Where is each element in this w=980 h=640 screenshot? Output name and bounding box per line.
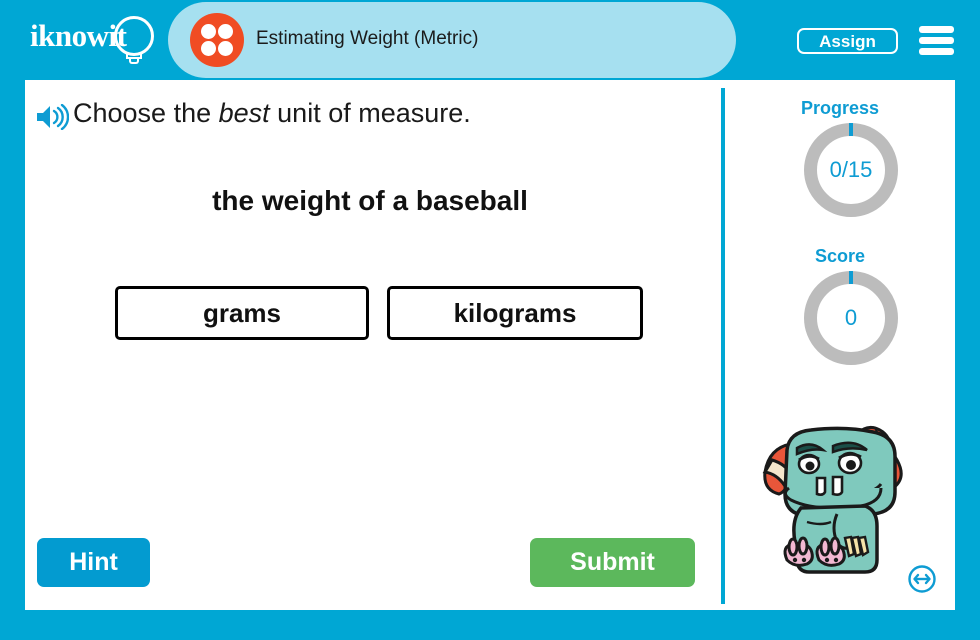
- dice-dot: [218, 41, 233, 56]
- instruction-part-1: Choose the: [73, 98, 219, 128]
- iknowit-logo[interactable]: iknowit: [28, 14, 158, 66]
- answer-choice-kilograms[interactable]: kilograms: [387, 286, 643, 340]
- activity-title-pill: Estimating Weight (Metric): [168, 2, 736, 78]
- score-ring-tick: [849, 271, 853, 284]
- instruction-emphasis: best: [218, 98, 270, 128]
- lightbulb-base-bottom-icon: [129, 59, 139, 64]
- menu-bar: [919, 48, 954, 55]
- progress-ring: 0/15: [804, 123, 898, 217]
- score-ring: 0: [804, 271, 898, 365]
- question-instruction: Choose the best unit of measure.: [73, 98, 471, 129]
- progress-ring-tick: [849, 123, 853, 136]
- score-label: Score: [814, 246, 866, 266]
- assign-button[interactable]: Assign: [797, 28, 898, 54]
- progress-label: Progress: [800, 98, 880, 118]
- resize-fullscreen-icon[interactable]: [907, 564, 937, 594]
- dice-dot: [201, 24, 216, 39]
- dice-dot: [201, 41, 216, 56]
- instruction-part-2: unit of measure.: [269, 98, 471, 128]
- menu-bar: [919, 37, 954, 44]
- submit-button[interactable]: Submit: [530, 538, 695, 587]
- answer-choice-grams[interactable]: grams: [115, 286, 369, 340]
- app-header: iknowit Estimating Weight (Metric) Assig…: [0, 0, 980, 80]
- dice-dot: [218, 24, 233, 39]
- question-prompt: the weight of a baseball: [212, 185, 528, 216]
- app-window: iknowit Estimating Weight (Metric) Assig…: [0, 0, 980, 640]
- content-panel: Choose the best unit of measure. the wei…: [25, 80, 955, 610]
- hint-button[interactable]: Hint: [37, 538, 150, 587]
- speaker-audio-icon[interactable]: [35, 103, 70, 131]
- score-value: 0: [844, 305, 858, 330]
- hamburger-menu-icon[interactable]: [919, 26, 954, 55]
- troll-mascot-character: [753, 410, 928, 585]
- progress-value: 0/15: [829, 157, 873, 182]
- lightbulb-icon: [114, 16, 154, 56]
- answer-choices: grams kilograms: [115, 286, 675, 342]
- logo-text: iknowit: [30, 18, 127, 53]
- activity-title: Estimating Weight (Metric): [256, 28, 479, 49]
- status-sidebar: Progress 0/15 Score 0: [725, 80, 955, 610]
- menu-bar: [919, 26, 954, 33]
- dice-four-icon: [190, 13, 244, 67]
